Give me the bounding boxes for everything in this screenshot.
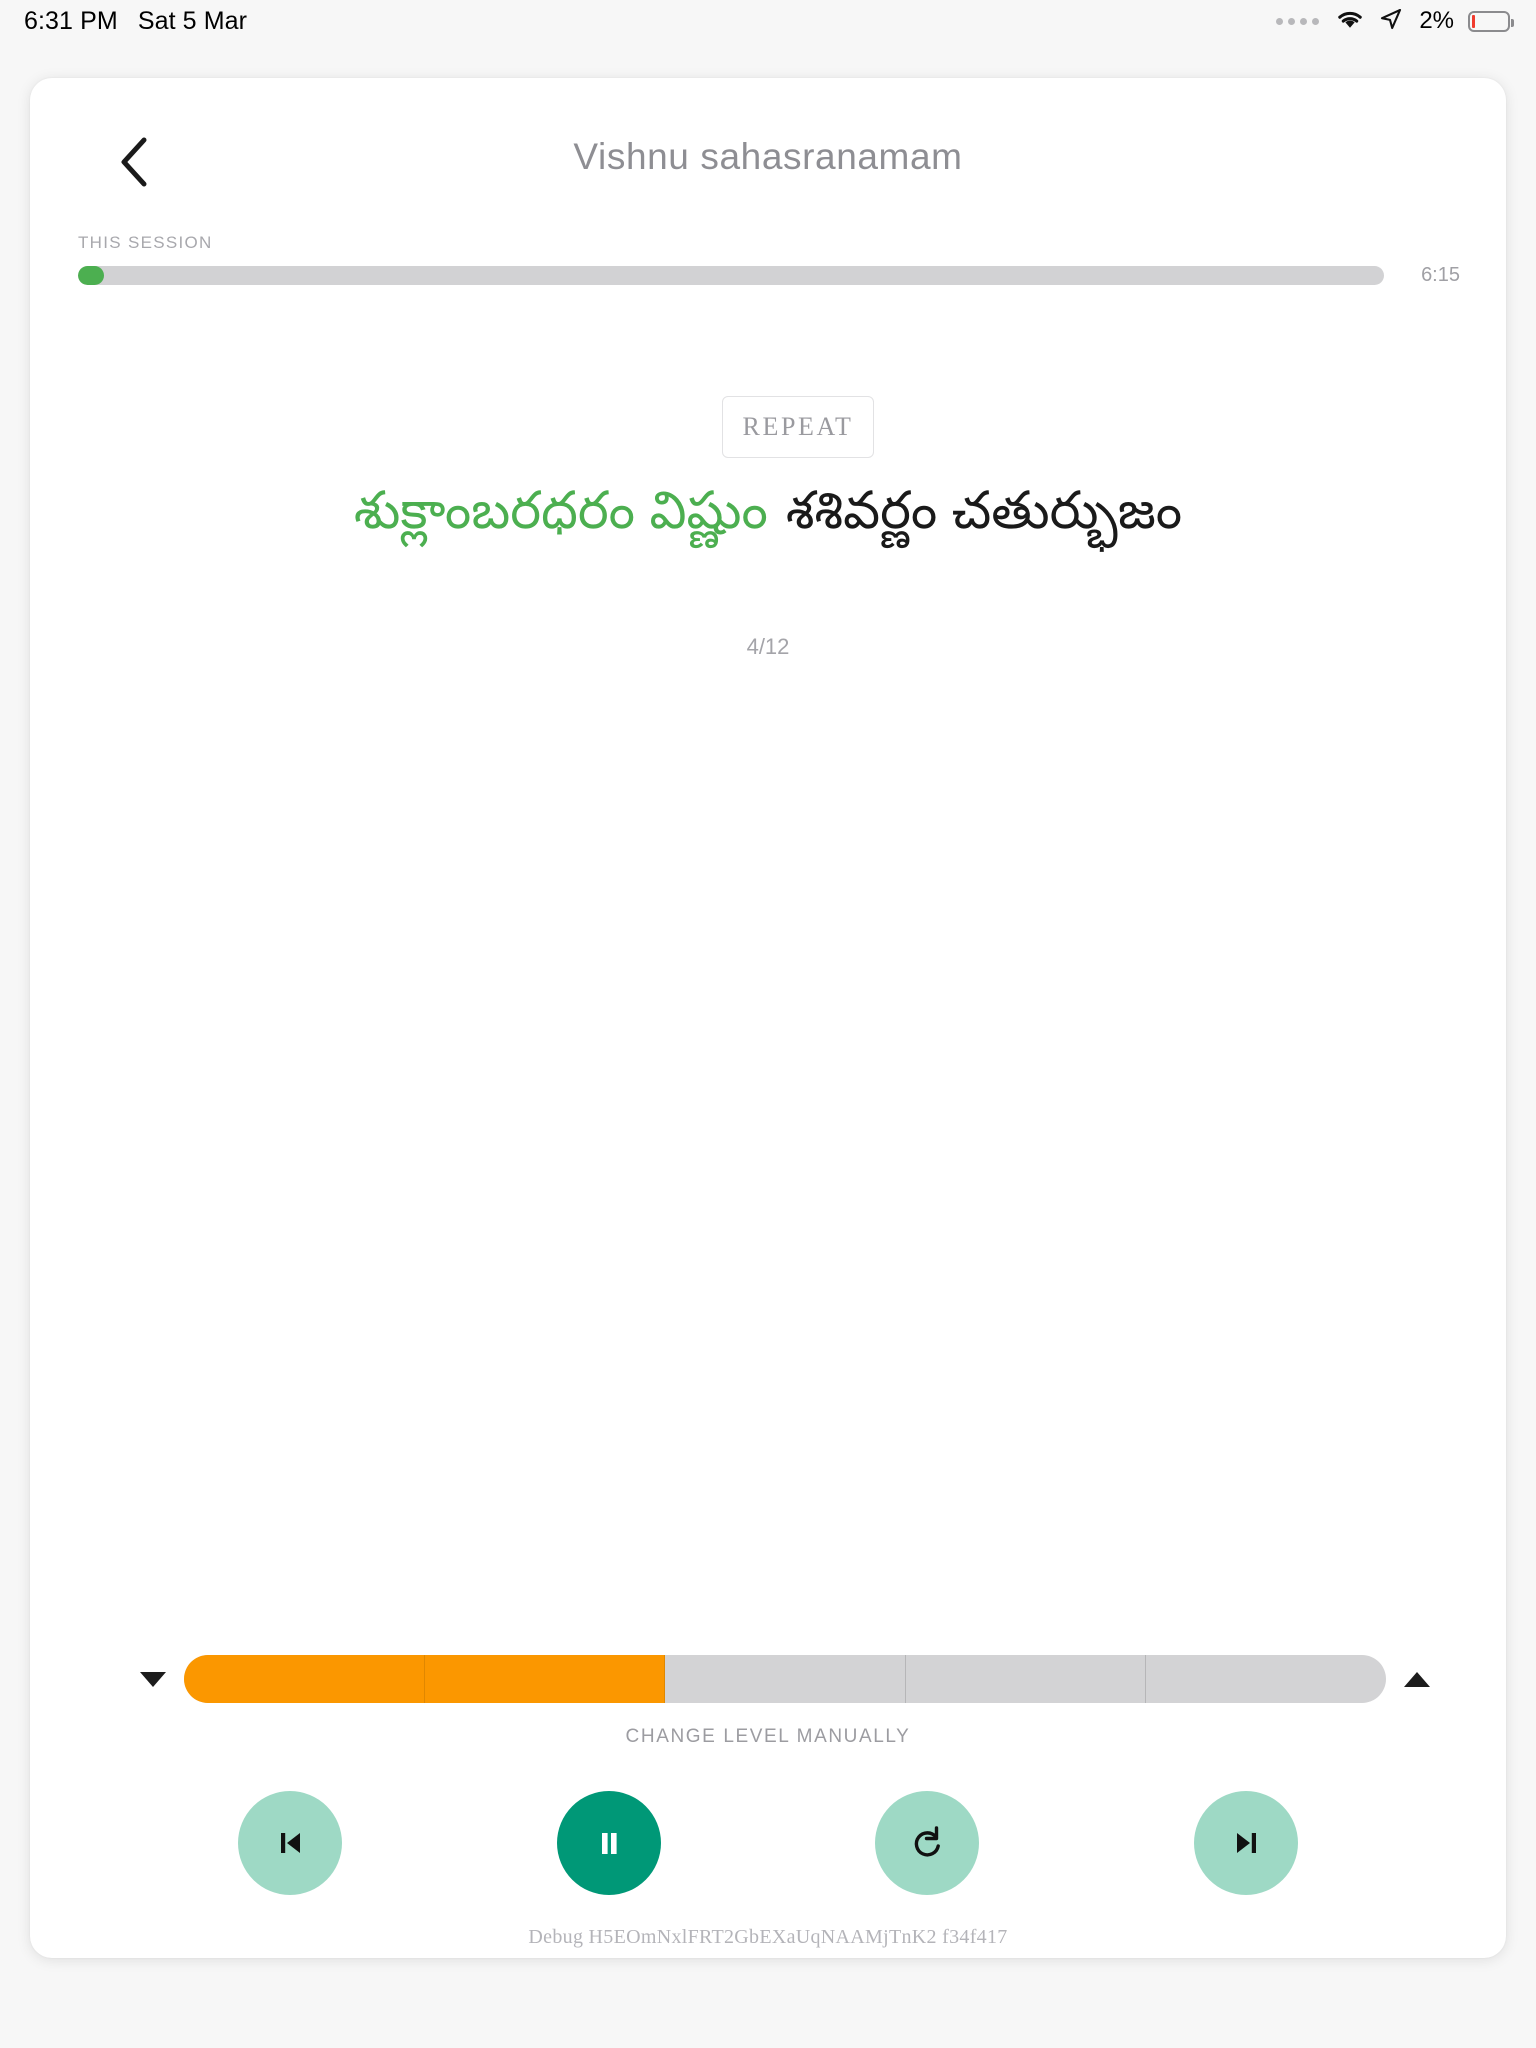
session-progress-bar[interactable]: [78, 266, 1384, 285]
triangle-down-icon[interactable]: [140, 1671, 166, 1687]
verse-counter: 4/12: [746, 634, 790, 659]
repeat-button[interactable]: REPEAT: [722, 396, 874, 458]
battery-icon: [1468, 10, 1514, 32]
header: Vishnu sahasranamam: [30, 78, 1506, 188]
level-bar[interactable]: [184, 1655, 1386, 1703]
debug-text: Debug H5EOmNxlFRT2GbEXaUqNAAMjTnK2 f34f4…: [528, 1926, 1008, 1948]
status-bar-left: 6:31 PM Sat 5 Mar: [24, 7, 247, 36]
pause-button[interactable]: [556, 1791, 661, 1895]
status-bar: 6:31 PM Sat 5 Mar 2%: [0, 0, 1536, 42]
location-arrow-icon: [1379, 7, 1403, 36]
level-control: [140, 1655, 1430, 1703]
pause-icon: [601, 1833, 617, 1854]
session-total-time: 6:15: [1421, 264, 1460, 286]
battery-percent: 2%: [1419, 7, 1454, 34]
session-progress-fill: [78, 266, 105, 285]
status-bar-right: 2%: [1276, 7, 1514, 36]
level-segment[interactable]: [424, 1655, 666, 1703]
replay-button[interactable]: [875, 1791, 980, 1895]
verse-text: శుక్లాంబరధరం విష్ణుం శశివర్ణం చతుర్భుజం: [30, 476, 1506, 546]
wifi-icon: [1335, 8, 1365, 35]
level-caption: CHANGE LEVEL MANUALLY: [625, 1726, 911, 1747]
level-segment[interactable]: [184, 1655, 425, 1703]
triangle-up-icon[interactable]: [1404, 1671, 1430, 1687]
session-label: THIS SESSION: [78, 233, 213, 252]
skip-next-icon: [1236, 1833, 1256, 1853]
skip-previous-icon: [281, 1833, 300, 1853]
status-time: 6:31 PM: [24, 6, 118, 35]
next-button[interactable]: [1193, 1791, 1298, 1895]
player-card: Vishnu sahasranamam THIS SESSION 6:15 RE…: [30, 78, 1506, 1958]
signal-dots-icon: [1276, 17, 1320, 25]
verse-green-part: శుక్లాంబరధరం విష్ణుం: [353, 482, 768, 540]
replay-icon: [915, 1826, 941, 1857]
level-segment[interactable]: [906, 1655, 1147, 1703]
status-date: Sat 5 Mar: [137, 6, 248, 35]
transport-controls: [238, 1791, 1298, 1895]
verse-black-part: శశివర్ణం చతుర్భుజం: [785, 482, 1183, 540]
level-segment[interactable]: [665, 1655, 906, 1703]
level-segment[interactable]: [1146, 1655, 1386, 1703]
session-row: 6:15: [78, 264, 1460, 287]
page-title: Vishnu sahasranamam: [573, 136, 963, 177]
session-progress: THIS SESSION 6:15: [78, 233, 1460, 287]
previous-button[interactable]: [238, 1791, 342, 1895]
